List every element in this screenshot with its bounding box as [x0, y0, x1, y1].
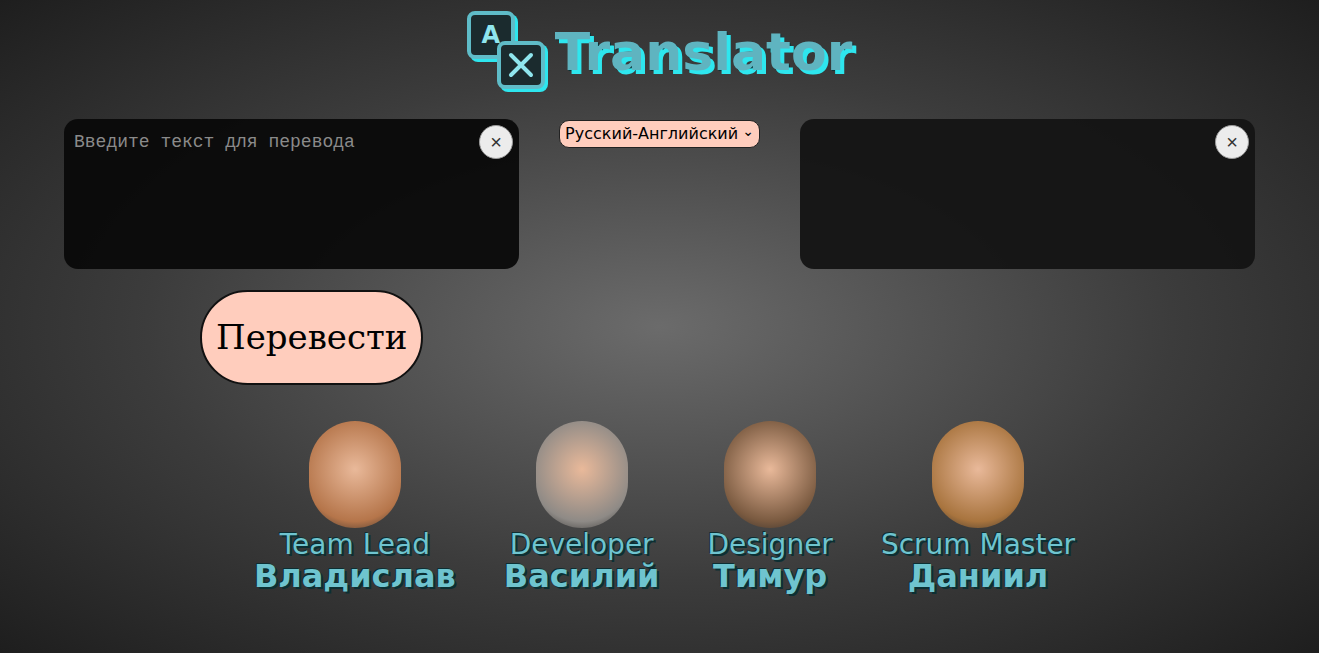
- clear-button[interactable]: ×: [1215, 125, 1249, 159]
- header: A Translator: [0, 0, 1319, 119]
- team-member: Scrum MasterДаниил: [881, 421, 1075, 595]
- language-select[interactable]: Русский-Английский ⌄: [559, 120, 760, 148]
- page: A Translator × Русский-Английский ⌄: [0, 0, 1319, 653]
- source-panel: ×: [64, 119, 519, 269]
- member-role: Scrum Master: [881, 530, 1075, 559]
- member-name: Тимур: [713, 559, 827, 594]
- team-member: Team LeadВладислав: [254, 421, 456, 595]
- member-name: Владислав: [254, 559, 456, 594]
- icon-letter: A: [481, 23, 500, 47]
- avatar-photo: [724, 421, 816, 528]
- team-list: Team LeadВладислав DeveloperВасилий Design…: [0, 385, 1319, 595]
- chevron-icon: ⌄: [742, 124, 754, 138]
- member-role: Designer: [707, 530, 832, 559]
- translate-button[interactable]: Перевести: [200, 290, 423, 385]
- language-value: Русский-Английский: [565, 122, 738, 146]
- member-name: Василий: [504, 559, 660, 594]
- translator: × Русский-Английский ⌄ × Перевести: [0, 119, 1319, 385]
- translate-icon: A: [467, 11, 549, 93]
- team-member: DeveloperВасилий: [504, 421, 660, 595]
- member-name: Даниил: [908, 559, 1048, 594]
- target-panel: ×: [800, 119, 1255, 269]
- avatar-photo: [536, 421, 628, 528]
- source-textarea[interactable]: [64, 119, 519, 269]
- member-role: Developer: [510, 530, 654, 559]
- clear-button[interactable]: ×: [479, 125, 513, 159]
- team-member: DesignerТимур: [707, 421, 832, 595]
- logo-text: Translator: [555, 26, 853, 78]
- target-textarea[interactable]: [800, 119, 1255, 269]
- member-role: Team Lead: [280, 530, 430, 559]
- avatar-photo: [932, 421, 1024, 528]
- logo: A Translator: [467, 8, 853, 96]
- avatar-photo: [309, 421, 401, 528]
